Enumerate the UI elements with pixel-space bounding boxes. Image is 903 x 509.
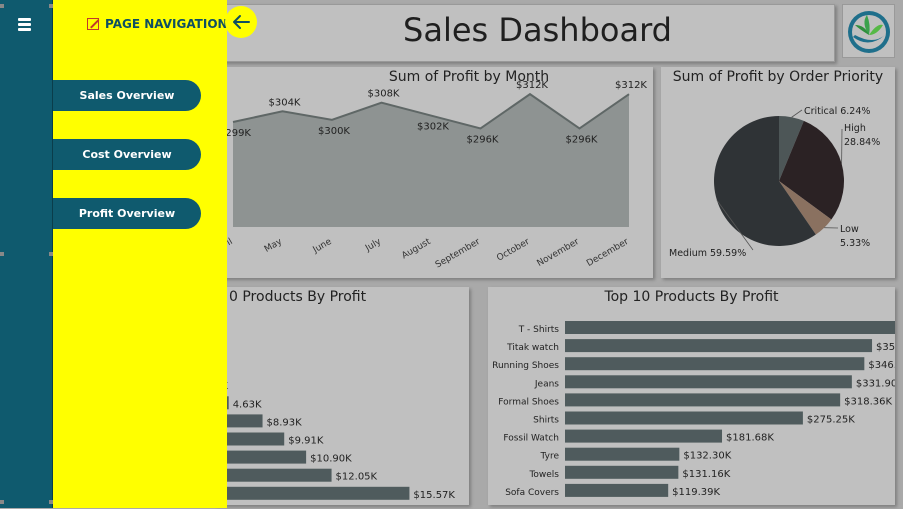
- bar-category-label: Shirts: [533, 416, 559, 426]
- resize-handle[interactable]: [0, 4, 4, 8]
- data-label: $302K: [417, 122, 449, 133]
- bar-value-label: $331.90K: [856, 378, 895, 389]
- bar[interactable]: [565, 321, 895, 334]
- checkbox-icon: [87, 18, 99, 30]
- bar-category-label: Fossil Watch: [503, 434, 559, 444]
- bar-value-label: $181.68K: [726, 433, 774, 444]
- bar-value-label: $9.91K: [288, 436, 324, 447]
- bar-category-label: Titak watch: [506, 343, 559, 353]
- data-label: $308K: [367, 89, 399, 100]
- bar-value-label: $132.30K: [683, 451, 731, 462]
- pie-label: Medium 59.59%: [669, 248, 746, 259]
- bar[interactable]: [215, 451, 306, 464]
- x-tick-label: May: [263, 237, 285, 255]
- x-tick-label: June: [311, 237, 334, 256]
- pie-label: High: [844, 123, 866, 134]
- profit-by-priority-card: Sum of Profit by Order Priority Critical…: [661, 67, 895, 278]
- bar-category-label: Tyre: [540, 452, 560, 462]
- area-fill: [233, 94, 629, 227]
- x-tick-label: November: [535, 237, 581, 269]
- page-navigation-panel: PAGE NAVIGATION Sales Overview Cost Over…: [53, 0, 227, 508]
- bar-value-label: $355.24K: [876, 342, 895, 353]
- page-title: Sales Dashboard: [211, 11, 834, 49]
- pie-label: Low: [840, 224, 859, 235]
- bottom-products-title: 0 Products By Profit: [229, 289, 469, 305]
- bar[interactable]: [565, 484, 668, 497]
- bar[interactable]: [565, 448, 679, 461]
- bar-value-label: $318.36K: [844, 396, 892, 407]
- logo: [842, 4, 895, 58]
- bar-value-label: $346.34K: [868, 360, 895, 371]
- bar-category-label: Running Shoes: [492, 361, 559, 371]
- pie-label: 28.84%: [844, 137, 880, 148]
- bar-value-label: $10.90K: [310, 454, 352, 465]
- resize-handle[interactable]: [0, 252, 4, 256]
- bar[interactable]: [565, 339, 872, 352]
- data-label: $300K: [318, 126, 350, 137]
- x-tick-label: September: [434, 237, 482, 271]
- arrow-left-icon: [231, 14, 251, 30]
- pie-label: 5.33%: [840, 238, 870, 249]
- x-tick-label: July: [363, 237, 383, 255]
- bar-category-label: Sofa Covers: [505, 488, 559, 498]
- title-card: Sales Dashboard: [210, 4, 835, 62]
- hamburger-menu-icon[interactable]: [16, 15, 36, 33]
- cost-overview-button[interactable]: Cost Overview: [53, 139, 201, 170]
- bar-category-label: Formal Shoes: [498, 397, 559, 407]
- bar[interactable]: [565, 393, 840, 406]
- profit-by-priority-chart[interactable]: Critical 6.24% High 28.84% Low 5.33% Medium 5…: [661, 67, 895, 278]
- leader-line: [792, 110, 802, 117]
- bar-category-label: Towels: [528, 470, 559, 480]
- top-products-chart[interactable]: $407.72KT - Shirts$355.24KTitak watch$34…: [488, 287, 895, 505]
- bottom-products-chart[interactable]: 2K3K4.63K$8.93K$9.91K$10.90K$12.05K$15.5…: [215, 287, 469, 505]
- bar-category-label: T - Shirts: [518, 325, 560, 335]
- top-products-card: Top 10 Products By Profit $407.72KT - Sh…: [488, 287, 895, 505]
- sales-overview-button[interactable]: Sales Overview: [53, 80, 201, 111]
- bar-value-label: $131.16K: [682, 469, 730, 480]
- bar[interactable]: [215, 487, 409, 500]
- bar[interactable]: [565, 430, 722, 443]
- profit-by-month-chart[interactable]: $299KApril$304KMay$300KJune$308KJuly$302…: [215, 67, 653, 278]
- bar-category-label: Jeans: [534, 379, 559, 389]
- pie-label: Critical 6.24%: [804, 106, 870, 117]
- profit-overview-button[interactable]: Profit Overview: [53, 198, 201, 229]
- x-tick-label: October: [495, 237, 531, 264]
- bar-value-label: $119.39K: [672, 487, 720, 498]
- nav-title: PAGE NAVIGATION: [105, 17, 228, 31]
- bar[interactable]: [565, 375, 852, 388]
- data-label: $296K: [466, 134, 498, 145]
- resize-handle[interactable]: [0, 500, 4, 504]
- area-chart-title: Sum of Profit by Month: [215, 69, 653, 85]
- back-button[interactable]: [225, 6, 257, 38]
- pie-chart-title: Sum of Profit by Order Priority: [661, 69, 895, 85]
- bottom-products-card: 0 Products By Profit 2K3K4.63K$8.93K$9.9…: [215, 287, 469, 505]
- bar[interactable]: [565, 466, 678, 479]
- logo-icon: [843, 5, 896, 59]
- bar[interactable]: [565, 357, 864, 370]
- left-rail: [0, 0, 53, 508]
- x-tick-label: August: [400, 237, 433, 262]
- bar[interactable]: [565, 412, 803, 425]
- bar-value-label: $275.25K: [807, 415, 855, 426]
- bar-value-label: $15.57K: [413, 490, 455, 501]
- dashboard-canvas: Sales Dashboard Sum of Profit by Month $…: [0, 0, 903, 508]
- bar-value-label: 4.63K: [233, 399, 262, 410]
- x-tick-label: December: [585, 237, 631, 269]
- bar-value-label: $8.93K: [267, 417, 303, 428]
- bar[interactable]: [215, 469, 332, 482]
- bar-value-label: $12.05K: [336, 472, 378, 483]
- data-label: $296K: [565, 134, 597, 145]
- profit-by-month-card: Sum of Profit by Month $299KApril$304KMa…: [215, 67, 653, 278]
- top-products-title: Top 10 Products By Profit: [488, 289, 895, 305]
- data-label: $304K: [268, 97, 300, 108]
- nav-header: PAGE NAVIGATION: [87, 14, 228, 34]
